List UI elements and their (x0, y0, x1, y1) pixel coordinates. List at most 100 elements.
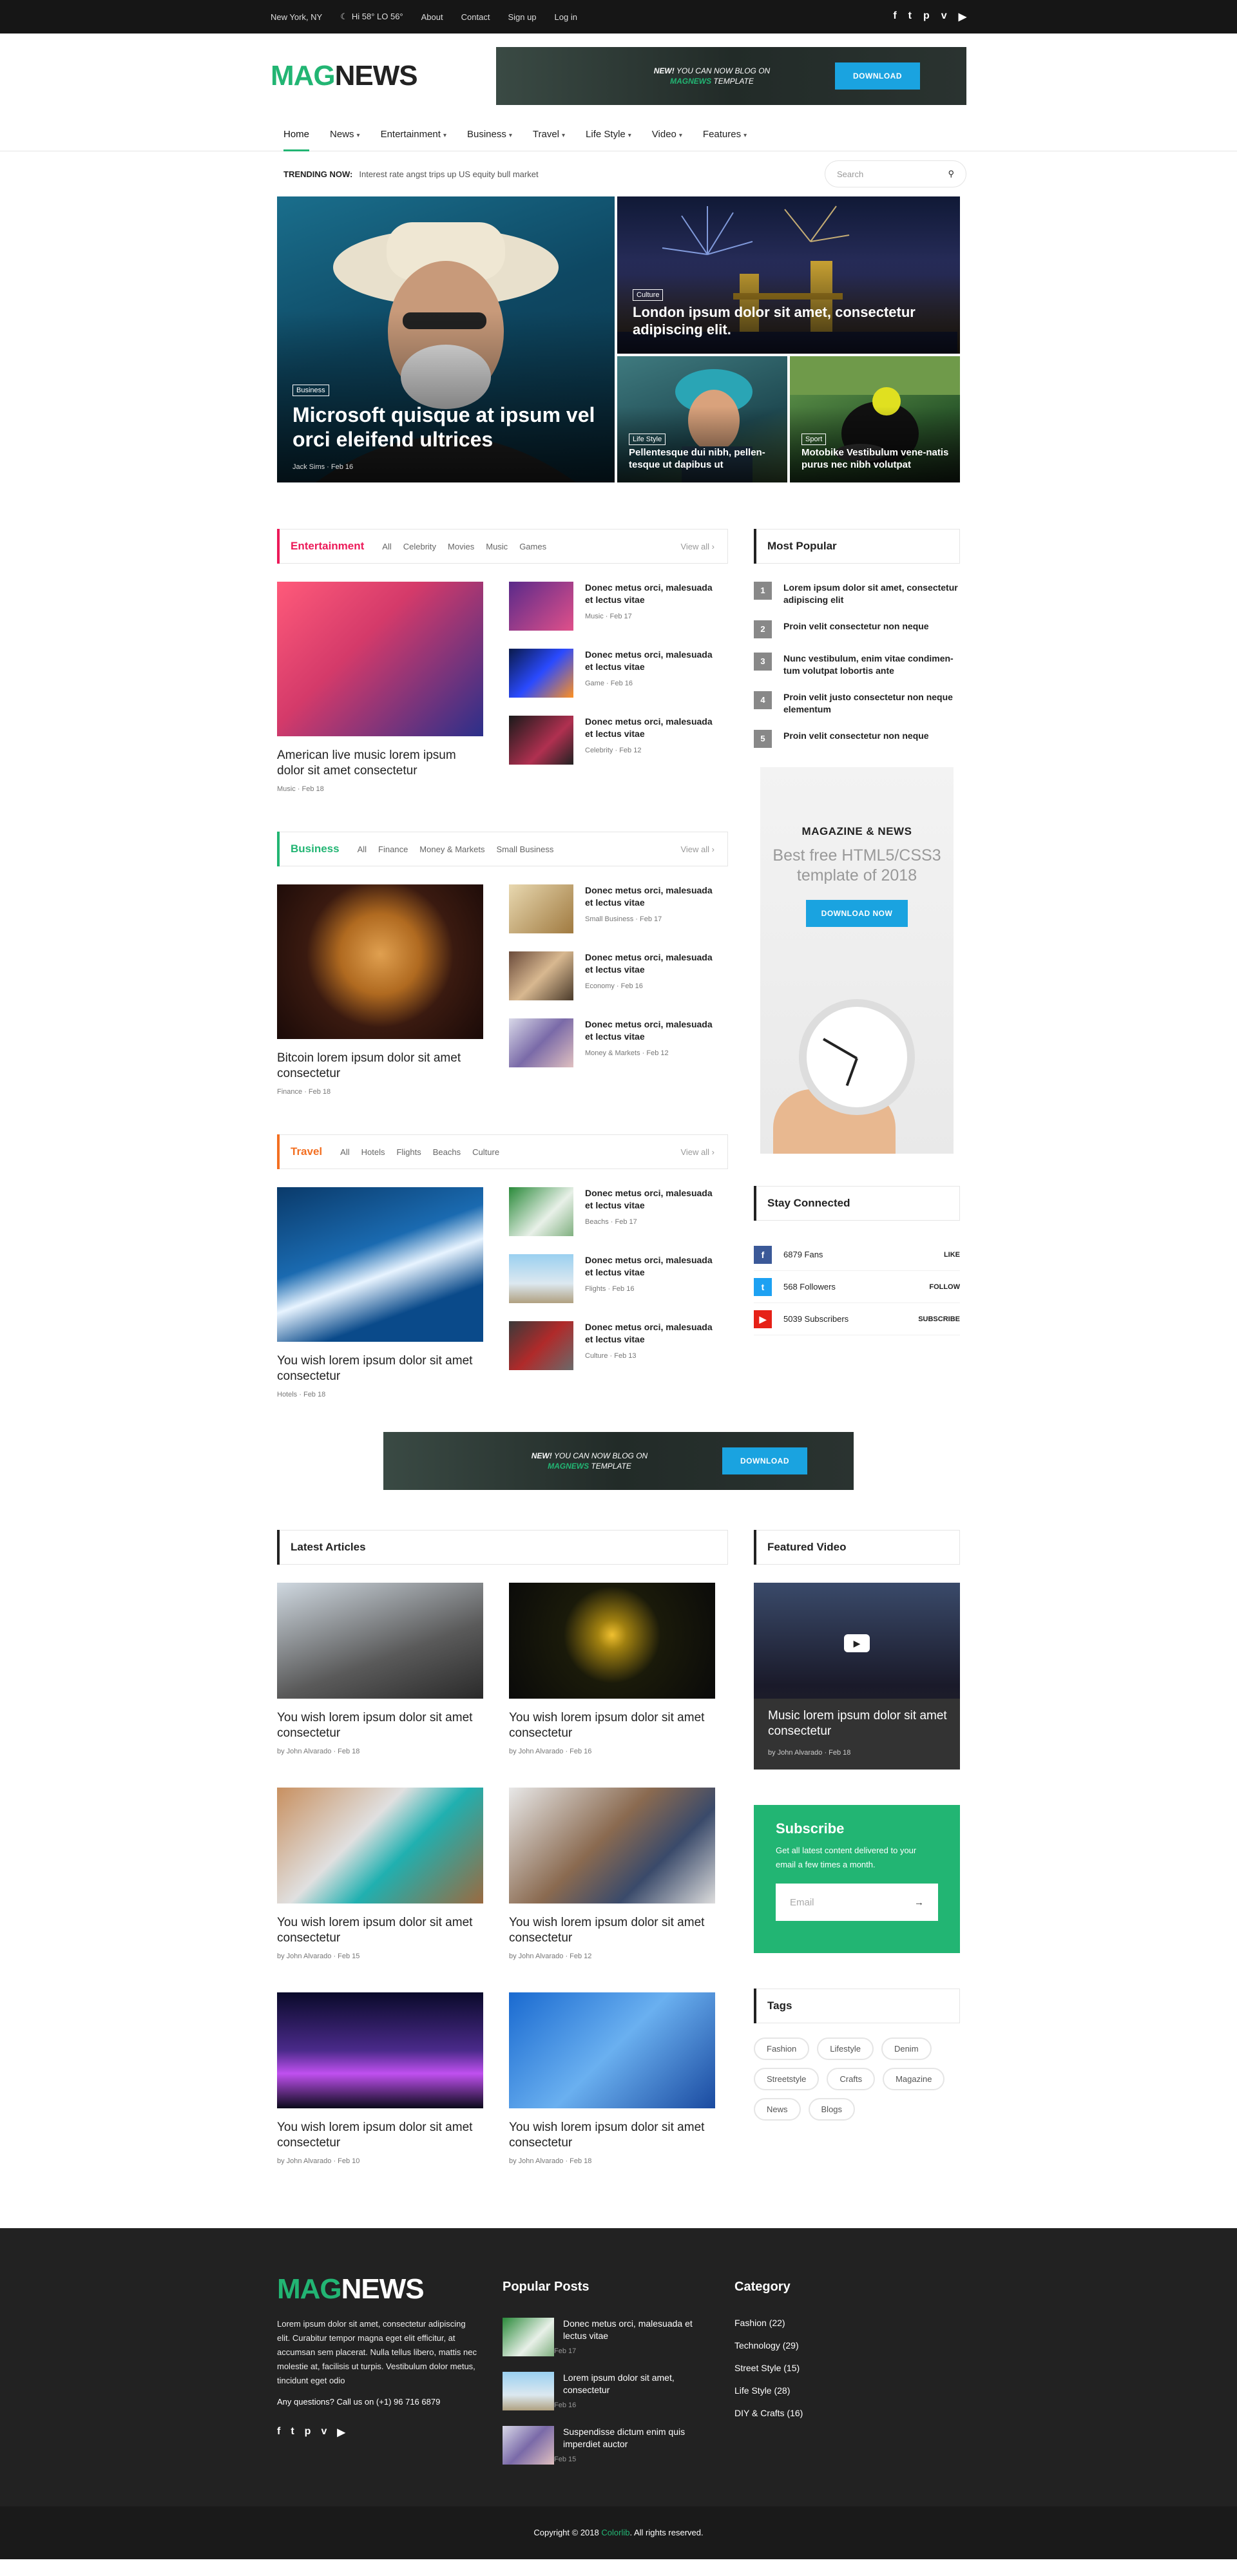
filter-all[interactable]: All (358, 844, 367, 854)
nav-video[interactable]: Video ▾ (652, 119, 682, 151)
list-item[interactable]: Donec metus orci, malesuada et lectus vi… (509, 1254, 715, 1303)
play-icon[interactable]: ▶ (844, 1634, 870, 1652)
article-card[interactable]: You wish lorem ipsum dolor sit amet cons… (277, 1583, 483, 1755)
social-row-youtube[interactable]: ▶ 5039 Subscribers SUBSCRIBE (754, 1303, 960, 1335)
article-card[interactable]: You wish lorem ipsum dolor sit amet cons… (509, 1992, 715, 2165)
nav-travel[interactable]: Travel ▾ (533, 119, 565, 151)
filter-small-business[interactable]: Small Business (496, 844, 553, 854)
featured-image[interactable] (277, 884, 483, 1039)
nav-features[interactable]: Features ▾ (703, 119, 747, 151)
category-link[interactable]: Fashion (22) (734, 2318, 941, 2328)
featured-video-card[interactable]: ▶ Music lorem ipsum dolor sit amet conse… (754, 1583, 960, 1770)
hero-right-title[interactable]: Motobike Vestibulum vene-natis purus nec… (801, 446, 951, 471)
popular-item[interactable]: 3 Nunc vestibulum, enim vitae condimen-tu… (754, 653, 960, 677)
pinterest-icon[interactable]: p (923, 10, 930, 23)
twitter-icon[interactable]: t (291, 2426, 294, 2439)
search-icon[interactable]: ⚲ (948, 169, 954, 179)
tag-chip[interactable]: Magazine (883, 2068, 945, 2090)
featured-article[interactable]: You wish lorem ipsum dolor sit amet cons… (277, 1187, 483, 1398)
arrow-right-icon[interactable]: → (914, 1897, 924, 1908)
follow-button[interactable]: FOLLOW (929, 1283, 960, 1291)
list-item[interactable]: Donec metus orci, malesuada et lectus vi… (509, 1018, 715, 1067)
tag-chip[interactable]: Fashion (754, 2037, 810, 2060)
filter-flights[interactable]: Flights (396, 1147, 421, 1157)
login-link[interactable]: Log in (555, 12, 577, 22)
mid-banner[interactable]: NEW! YOU CAN NOW BLOG ON MAGNEWS TEMPLATE… (383, 1432, 854, 1490)
list-item[interactable]: Donec metus orci, malesuada et lectus vi… (509, 1187, 715, 1236)
list-item[interactable]: Donec metus orci, malesuada et lectus vi… (509, 716, 715, 765)
footer-post[interactable]: Donec metus orci, malesuada et lectus vi… (503, 2318, 709, 2356)
signup-link[interactable]: Sign up (508, 12, 536, 22)
view-all-link[interactable]: View all › (680, 844, 714, 854)
filter-culture[interactable]: Culture (472, 1147, 499, 1157)
nav-lifestyle[interactable]: Life Style ▾ (586, 119, 631, 151)
tag-chip[interactable]: Blogs (808, 2098, 856, 2121)
vimeo-icon[interactable]: v (321, 2426, 327, 2439)
banner-download-button[interactable]: DOWNLOAD (722, 1447, 807, 1474)
section-title[interactable]: Travel (291, 1145, 322, 1158)
featured-title[interactable]: You wish lorem ipsum dolor sit amet cons… (277, 1353, 483, 1384)
filter-beachs[interactable]: Beachs (433, 1147, 461, 1157)
sidebar-ad[interactable]: MAGAZINE & NEWS Best free HTML5/CSS3 tem… (760, 767, 954, 1154)
tag-chip[interactable]: Lifestyle (817, 2037, 874, 2060)
trending-headline[interactable]: Interest rate angst trips up US equity b… (359, 169, 538, 179)
banner-download-button[interactable]: DOWNLOAD (835, 62, 920, 90)
popular-item[interactable]: 1 Lorem ipsum dolor sit amet, consectetur… (754, 582, 960, 606)
facebook-icon[interactable]: f (893, 10, 896, 23)
popular-item[interactable]: 2 Proin velit consectetur non neque (754, 620, 960, 638)
filter-money-markets[interactable]: Money & Markets (419, 844, 484, 854)
youtube-icon[interactable]: ▶ (959, 10, 966, 23)
footer-post[interactable]: Suspendisse dictum enim quis imperdiet a… (503, 2426, 709, 2465)
video-title[interactable]: Music lorem ipsum dolor sit amet consect… (768, 1708, 954, 1739)
article-card[interactable]: You wish lorem ipsum dolor sit amet cons… (509, 1788, 715, 1960)
article-card[interactable]: You wish lorem ipsum dolor sit amet cons… (277, 1788, 483, 1960)
section-title[interactable]: Entertainment (291, 540, 364, 553)
featured-title[interactable]: American live music lorem ipsum dolor si… (277, 748, 483, 779)
category-link[interactable]: Street Style (15) (734, 2363, 941, 2373)
category-link[interactable]: Life Style (28) (734, 2385, 941, 2396)
about-link[interactable]: About (421, 12, 443, 22)
download-now-button[interactable]: DOWNLOAD NOW (805, 900, 908, 927)
list-item[interactable]: Donec metus orci, malesuada et lectus vi… (509, 951, 715, 1000)
nav-entertainment[interactable]: Entertainment ▾ (381, 119, 446, 151)
like-button[interactable]: LIKE (944, 1251, 960, 1259)
hero-right-article[interactable]: Sport Motobike Vestibulum vene-natis pur… (790, 356, 960, 482)
twitter-icon[interactable]: t (908, 10, 912, 23)
nav-news[interactable]: News ▾ (330, 119, 360, 151)
hero-left-title[interactable]: Pellentesque dui nibh, pellen-tesque ut … (629, 446, 778, 471)
article-card[interactable]: You wish lorem ipsum dolor sit amet cons… (509, 1583, 715, 1755)
view-all-link[interactable]: View all › (680, 1147, 714, 1157)
featured-image[interactable] (277, 582, 483, 736)
vimeo-icon[interactable]: v (941, 10, 947, 23)
nav-home[interactable]: Home (283, 119, 310, 151)
popular-item[interactable]: 5 Proin velit consectetur non neque (754, 730, 960, 748)
list-item[interactable]: Donec metus orci, malesuada et lectus vi… (509, 884, 715, 933)
contact-link[interactable]: Contact (461, 12, 490, 22)
filter-celebrity[interactable]: Celebrity (403, 542, 436, 551)
footer-post[interactable]: Lorem ipsum dolor sit amet, consectetur F… (503, 2372, 709, 2410)
subscribe-button[interactable]: SUBSCRIBE (918, 1315, 960, 1323)
category-tag[interactable]: Culture (633, 289, 664, 301)
category-link[interactable]: DIY & Crafts (16) (734, 2408, 941, 2418)
popular-item[interactable]: 4 Proin velit justo consectetur non neque… (754, 691, 960, 716)
view-all-link[interactable]: View all › (680, 542, 714, 551)
filter-hotels[interactable]: Hotels (361, 1147, 385, 1157)
filter-all[interactable]: All (340, 1147, 349, 1157)
header-banner[interactable]: NEW! YOU CAN NOW BLOG ON MAGNEWS TEMPLATE… (496, 47, 966, 105)
featured-article[interactable]: Bitcoin lorem ipsum dolor sit amet conse… (277, 884, 483, 1096)
tag-chip[interactable]: Crafts (827, 2068, 876, 2090)
tag-chip[interactable]: News (754, 2098, 801, 2121)
featured-image[interactable] (277, 1187, 483, 1342)
filter-games[interactable]: Games (519, 542, 546, 551)
hero-left-article[interactable]: Life Style Pellentesque dui nibh, pellen… (617, 356, 787, 482)
hero-top-title[interactable]: London ipsum dolor sit amet, consectetur… (633, 303, 945, 338)
filter-all[interactable]: All (382, 542, 391, 551)
article-card[interactable]: You wish lorem ipsum dolor sit amet cons… (277, 1992, 483, 2165)
featured-article[interactable]: American live music lorem ipsum dolor si… (277, 582, 483, 793)
colorlib-link[interactable]: Colorlib (601, 2528, 629, 2537)
filter-finance[interactable]: Finance (378, 844, 408, 854)
list-item[interactable]: Donec metus orci, malesuada et lectus vi… (509, 582, 715, 631)
search-box[interactable]: Search ⚲ (825, 160, 966, 187)
email-field[interactable]: Email → (776, 1884, 938, 1921)
search-input[interactable]: Search (837, 169, 863, 179)
